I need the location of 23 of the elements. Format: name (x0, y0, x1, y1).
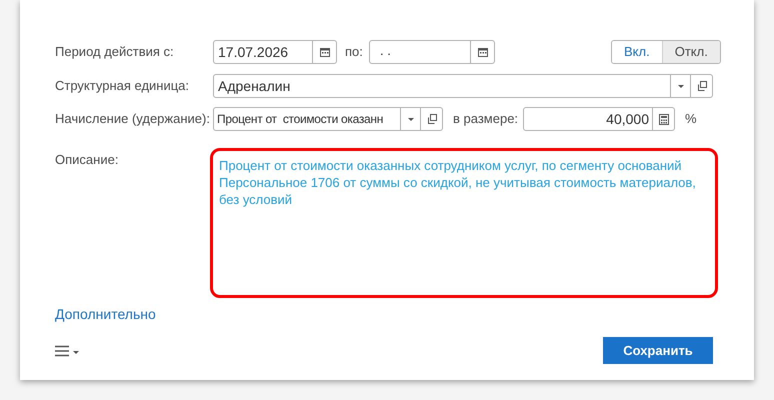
unit-label: % (685, 110, 697, 128)
toggle-button[interactable]: Откл. (662, 41, 720, 63)
open-window-icon (426, 114, 436, 124)
field-label: по: (345, 43, 364, 62)
field-label: в размере: (453, 110, 520, 128)
select-field[interactable]: Процент от стоимости оказанн (213, 107, 443, 131)
open-window-icon (696, 81, 706, 91)
calendar-icon (320, 47, 330, 57)
field-label: Описание: (55, 151, 120, 169)
field-label: Период действия с: (55, 43, 175, 62)
field-label: Начисление (удержание): (55, 110, 211, 128)
dropdown-caret-icon (678, 84, 684, 88)
dropdown-caret-icon (408, 118, 414, 120)
menu-icon[interactable] (55, 344, 81, 356)
number-field[interactable]: 40,000 (523, 107, 675, 131)
date-field[interactable]: 17.07.2026 (213, 40, 337, 64)
more-link[interactable]: Дополнительно (55, 304, 156, 325)
calendar-icon (478, 47, 488, 57)
field-label: Структурная единица: (55, 77, 190, 96)
save-button[interactable]: Сохранить (603, 337, 713, 364)
calculator-icon (658, 114, 668, 124)
date-field[interactable]: . . (369, 40, 495, 64)
select-field[interactable]: Адреналин (213, 74, 713, 98)
